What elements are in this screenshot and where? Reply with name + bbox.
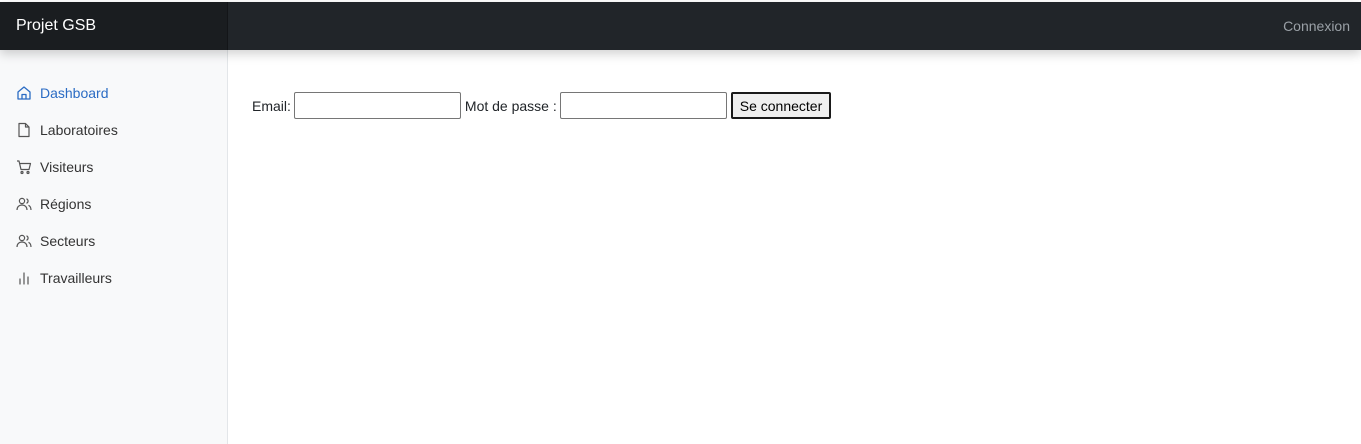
cart-icon	[16, 159, 32, 175]
sidebar-item-dashboard[interactable]: Dashboard	[0, 74, 227, 111]
sidebar-item-travailleurs[interactable]: Travailleurs	[0, 259, 227, 296]
sidebar-nav: Dashboard Laboratoires Visiteurs Régions	[0, 74, 227, 296]
brand-title[interactable]: Projet GSB	[0, 2, 228, 50]
email-label: Email:	[252, 97, 291, 114]
file-icon	[16, 122, 32, 138]
sidebar-item-secteurs[interactable]: Secteurs	[0, 222, 227, 259]
page: Projet GSB Connexion Dashboard Laboratoi…	[0, 0, 1361, 444]
password-label: Mot de passe :	[464, 97, 557, 114]
email-field[interactable]	[293, 92, 461, 119]
sidebar-item-label: Dashboard	[40, 84, 109, 101]
home-icon	[16, 85, 32, 101]
sidebar-item-label: Visiteurs	[40, 158, 94, 175]
login-link[interactable]: Connexion	[1283, 2, 1350, 50]
sidebar-item-label: Travailleurs	[40, 269, 112, 286]
top-navbar: Projet GSB Connexion	[0, 2, 1361, 50]
users-icon	[16, 233, 32, 249]
bar-chart-icon	[16, 270, 32, 286]
users-icon	[16, 196, 32, 212]
sidebar-item-label: Laboratoires	[40, 121, 118, 138]
login-button[interactable]: Se connecter	[730, 92, 832, 119]
password-field[interactable]	[559, 92, 727, 119]
sidebar-item-regions[interactable]: Régions	[0, 185, 227, 222]
sidebar-item-label: Secteurs	[40, 232, 96, 249]
sidebar-item-visiteurs[interactable]: Visiteurs	[0, 148, 227, 185]
login-form: Email: Mot de passe : Se connecter	[252, 92, 832, 119]
sidebar-item-label: Régions	[40, 195, 92, 212]
sidebar-item-laboratoires[interactable]: Laboratoires	[0, 111, 227, 148]
sidebar: Dashboard Laboratoires Visiteurs Régions	[0, 50, 228, 444]
